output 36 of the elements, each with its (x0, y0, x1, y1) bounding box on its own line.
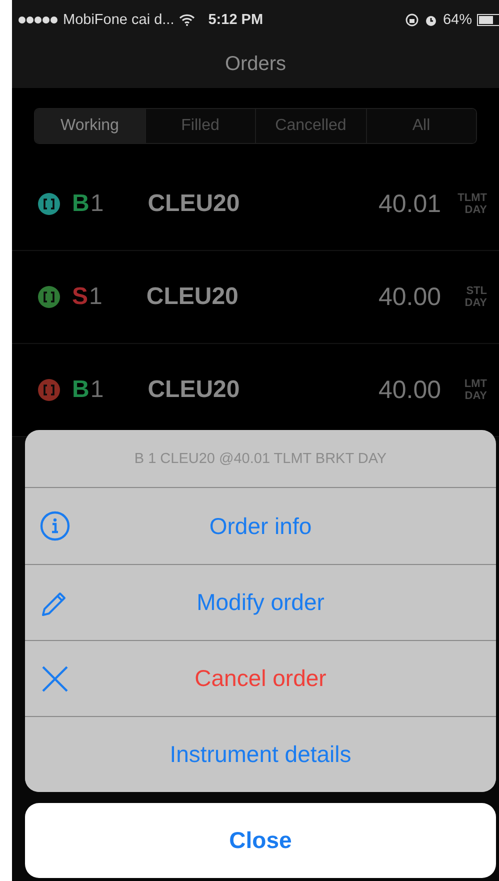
status-time: 5:12 PM (208, 12, 264, 28)
order-quantity: 1 (90, 190, 104, 218)
filter-tab[interactable]: Working (35, 109, 144, 143)
order-type: LMT (464, 378, 487, 390)
order-quantity: 1 (90, 376, 104, 404)
order-symbol: CLEU20 (148, 376, 240, 404)
order-side: S (72, 283, 88, 311)
close-button[interactable]: Close (25, 803, 496, 878)
order-type: STL (466, 285, 487, 297)
action-item[interactable]: Instrument details (25, 716, 496, 792)
filter-tab[interactable]: Filled (144, 109, 255, 143)
carrier-name: MobiFone cai d... (63, 12, 174, 28)
time-in-force: DAY (464, 297, 487, 309)
order-price: 40.00 (378, 282, 441, 312)
signal-icon (18, 16, 58, 24)
screen-title: Orders (224, 52, 286, 76)
order-symbol: CLEU20 (146, 283, 238, 311)
time-in-force: DAY (464, 390, 487, 402)
order-type: TLMT (458, 192, 487, 204)
close-icon (40, 664, 70, 694)
battery-percent: 64% (442, 12, 472, 28)
wifi-icon (179, 14, 196, 26)
time-in-force: DAY (464, 204, 487, 216)
order-price: 40.01 (378, 190, 441, 218)
battery-icon (477, 14, 499, 26)
order-side: B (72, 190, 90, 218)
order-quantity: 1 (89, 283, 102, 311)
order-side: B (72, 376, 90, 404)
filter-tab[interactable]: All (366, 109, 476, 143)
filter-tab[interactable]: Cancelled (255, 109, 366, 143)
rotation-lock-icon (404, 13, 419, 27)
sheet-title: B 1 CLEU20 @40.01 TLMT BRKT DAY (134, 450, 387, 466)
order-symbol: CLEU20 (148, 190, 240, 218)
order-price: 40.00 (378, 376, 441, 404)
alarm-icon (424, 13, 438, 27)
info-icon (40, 511, 70, 541)
